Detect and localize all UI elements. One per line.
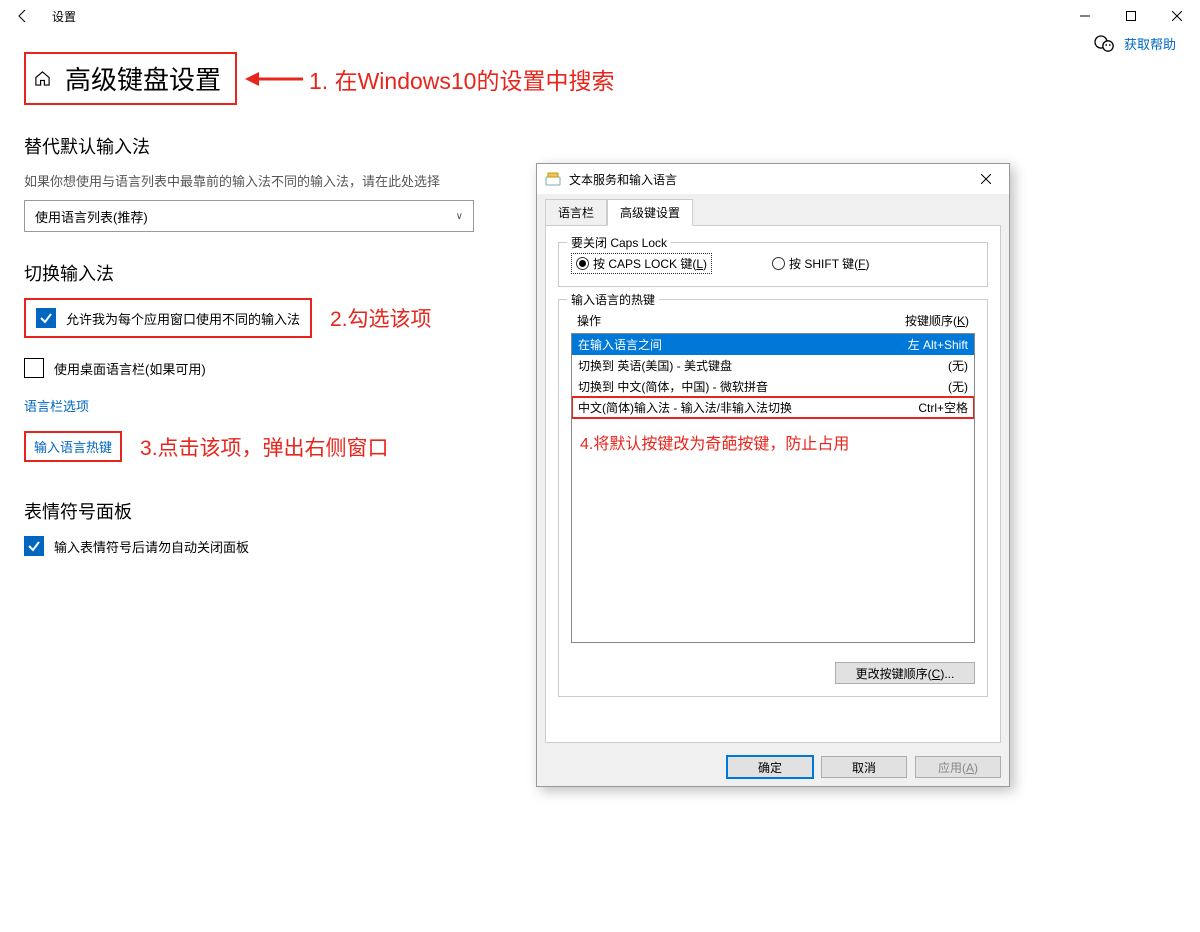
help-link[interactable]: 获取帮助 xyxy=(1094,34,1176,53)
arrow-left-icon xyxy=(15,8,31,24)
close-icon xyxy=(1172,11,1182,21)
capslock-group-title: 要关闭 Caps Lock xyxy=(567,234,671,251)
hotkeys-list[interactable]: 在输入语言之间左 Alt+Shift切换到 英语(美国) - 美式键盘(无)切换… xyxy=(571,333,975,643)
text-services-dialog: 文本服务和输入语言 语言栏 高级键设置 要关闭 Caps Lock 按 CAPS… xyxy=(536,163,1010,787)
desktop-langbar-checkbox[interactable] xyxy=(24,358,44,378)
check-icon xyxy=(39,311,53,325)
tab-advanced-keys[interactable]: 高级键设置 xyxy=(607,199,693,226)
langbar-options-link[interactable]: 语言栏选项 xyxy=(24,396,89,415)
dropdown-value: 使用语言列表(推荐) xyxy=(35,207,148,226)
radio-capslock-label: 按 CAPS LOCK 键(L) xyxy=(593,255,707,272)
keyboard-icon xyxy=(545,171,561,187)
hotkeys-group-title: 输入语言的热键 xyxy=(567,291,659,308)
input-hotkeys-link[interactable]: 输入语言热键 xyxy=(24,431,122,462)
annotation-2-box: 允许我为每个应用窗口使用不同的输入法 xyxy=(24,298,312,338)
annotation-3: 3.点击该项，弹出右侧窗口 xyxy=(140,432,389,462)
per-app-checkbox[interactable] xyxy=(36,308,56,328)
minimize-icon xyxy=(1080,11,1090,21)
tab-languagebar[interactable]: 语言栏 xyxy=(545,199,607,226)
hotkey-row[interactable]: 在输入语言之间左 Alt+Shift xyxy=(572,334,974,355)
window-title: 设置 xyxy=(52,8,76,25)
hotkeys-group: 输入语言的热键 操作 按键顺序(K) 在输入语言之间左 Alt+Shift切换到… xyxy=(558,299,988,697)
hotkey-row[interactable]: 切换到 英语(美国) - 美式键盘(无) xyxy=(572,355,974,376)
home-icon xyxy=(34,70,51,87)
radio-shift-label: 按 SHIFT 键(F) xyxy=(789,255,869,272)
capslock-group: 要关闭 Caps Lock 按 CAPS LOCK 键(L) 按 SHIFT 键… xyxy=(558,242,988,287)
page-title-container: 高级键盘设置 xyxy=(24,52,237,105)
tab-panel: 要关闭 Caps Lock 按 CAPS LOCK 键(L) 按 SHIFT 键… xyxy=(545,225,1001,743)
back-button[interactable] xyxy=(0,0,46,32)
dialog-titlebar: 文本服务和输入语言 xyxy=(537,164,1009,194)
chevron-down-icon: ∨ xyxy=(456,211,463,222)
apply-button[interactable]: 应用(A) xyxy=(915,756,1001,778)
maximize-icon xyxy=(1126,11,1136,21)
emoji-autoclose-label: 输入表情符号后请勿自动关闭面板 xyxy=(54,537,249,556)
ok-button[interactable]: 确定 xyxy=(727,756,813,778)
maximize-button[interactable] xyxy=(1108,0,1154,32)
dialog-title: 文本服务和输入语言 xyxy=(569,171,677,188)
hotkey-row[interactable]: 中文(简体)输入法 - 输入法/非输入法切换Ctrl+空格 xyxy=(572,397,974,418)
cancel-button[interactable]: 取消 xyxy=(821,756,907,778)
change-sequence-button[interactable]: 更改按键顺序(C)... xyxy=(835,662,975,684)
default-ime-dropdown[interactable]: 使用语言列表(推荐) ∨ xyxy=(24,200,474,232)
minimize-button[interactable] xyxy=(1062,0,1108,32)
radio-shift[interactable] xyxy=(772,257,785,270)
help-label: 获取帮助 xyxy=(1124,34,1176,53)
page-title: 高级键盘设置 xyxy=(65,60,221,97)
col-action: 操作 xyxy=(577,312,601,329)
dialog-close-button[interactable] xyxy=(971,168,1001,190)
radio-capslock[interactable] xyxy=(576,257,589,270)
per-app-label: 允许我为每个应用窗口使用不同的输入法 xyxy=(66,309,300,328)
hotkey-row[interactable]: 切换到 中文(简体，中国) - 微软拼音(无) xyxy=(572,376,974,397)
annotation-4: 4.将默认按键改为奇葩按键，防止占用 xyxy=(572,418,974,466)
desktop-langbar-label: 使用桌面语言栏(如果可用) xyxy=(54,359,206,378)
annotation-1: 1. 在Windows10的设置中搜索 xyxy=(245,62,614,96)
close-icon xyxy=(981,174,991,184)
col-keys: 按键顺序(K) xyxy=(905,312,969,329)
section-default-heading: 替代默认输入法 xyxy=(24,133,1176,159)
close-button[interactable] xyxy=(1154,0,1200,32)
annotation-2: 2.勾选该项 xyxy=(330,303,432,333)
arrow-left-icon xyxy=(245,67,305,91)
help-icon xyxy=(1094,35,1114,53)
check-icon xyxy=(27,539,41,553)
emoji-autoclose-checkbox[interactable] xyxy=(24,536,44,556)
